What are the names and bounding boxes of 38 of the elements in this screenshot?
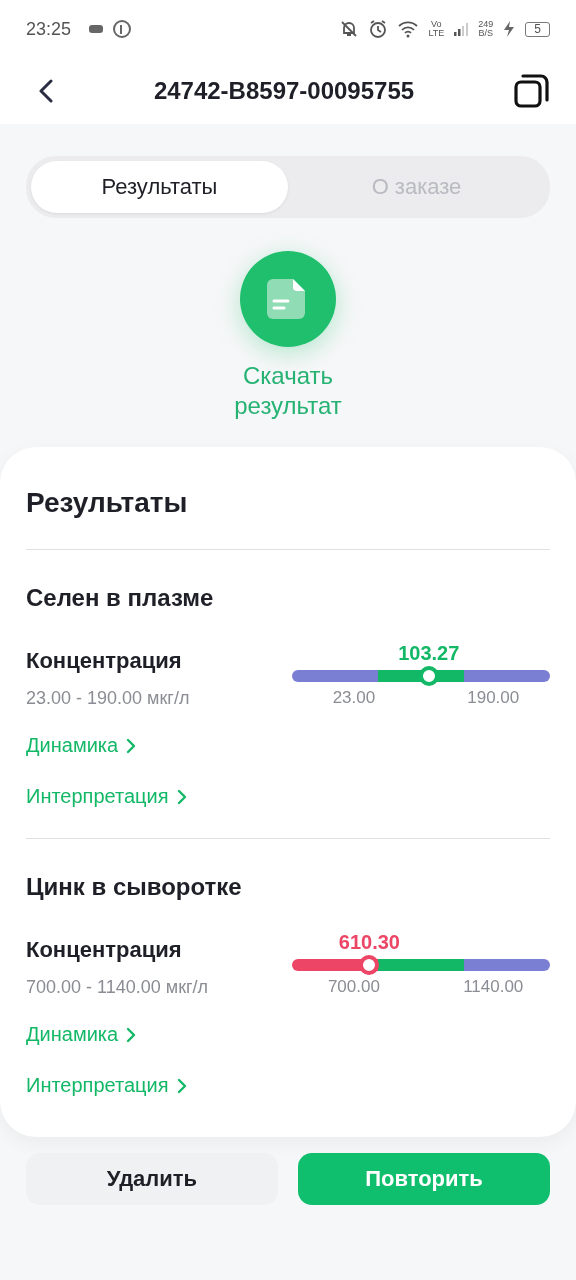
action-button[interactable]: Повторить (298, 1153, 550, 1205)
range-max: 190.00 (467, 688, 520, 708)
details-link[interactable]: Динамика (26, 1023, 137, 1046)
details-link[interactable]: Интерпретация (26, 1074, 187, 1097)
back-icon[interactable] (38, 79, 54, 103)
range-min: 23.00 (332, 688, 376, 708)
test-name: Цинк в сыворотке (26, 873, 243, 901)
details-link[interactable]: Интерпретация (26, 785, 187, 808)
chevron-icon (176, 788, 187, 805)
network-label: LTE (428, 29, 445, 38)
parameter-name: Концентрация (26, 937, 183, 963)
result-value: 103.27 (398, 642, 460, 665)
order-number: 24742-B8597-00095755 (152, 77, 416, 105)
battery-indicator: 5 (525, 21, 550, 37)
chevron-icon (176, 1077, 187, 1094)
action-button[interactable]: Удалить (26, 1153, 278, 1205)
wifi-icon (397, 20, 420, 38)
charging-icon (502, 20, 517, 38)
reference-range: 700.00 - 1140.00 мкг/л (26, 977, 209, 998)
copy-icon[interactable] (514, 73, 550, 109)
signal-icon (453, 21, 470, 37)
details-link[interactable]: Динамика (26, 734, 137, 757)
network-label: Vo (431, 20, 442, 29)
test-name: Селен в плазме (26, 584, 215, 612)
result-value: 610.30 (338, 931, 400, 954)
results-heading: Результаты (26, 487, 189, 519)
status-time: 23:25 (26, 18, 72, 40)
speed-value: 249 (478, 20, 494, 29)
alarm-icon (368, 19, 389, 39)
tab[interactable]: Результаты (31, 161, 288, 213)
reference-range: 23.00 - 190.00 мкг/л (26, 688, 190, 709)
range-min: 700.00 (327, 977, 380, 997)
parameter-name: Концентрация (26, 648, 183, 674)
speed-unit: B/S (478, 29, 494, 38)
range-max: 1140.00 (463, 977, 524, 997)
download-result-link[interactable]: Скачать результат (213, 361, 363, 421)
chevron-icon (126, 737, 137, 754)
chevron-icon (126, 1026, 137, 1043)
